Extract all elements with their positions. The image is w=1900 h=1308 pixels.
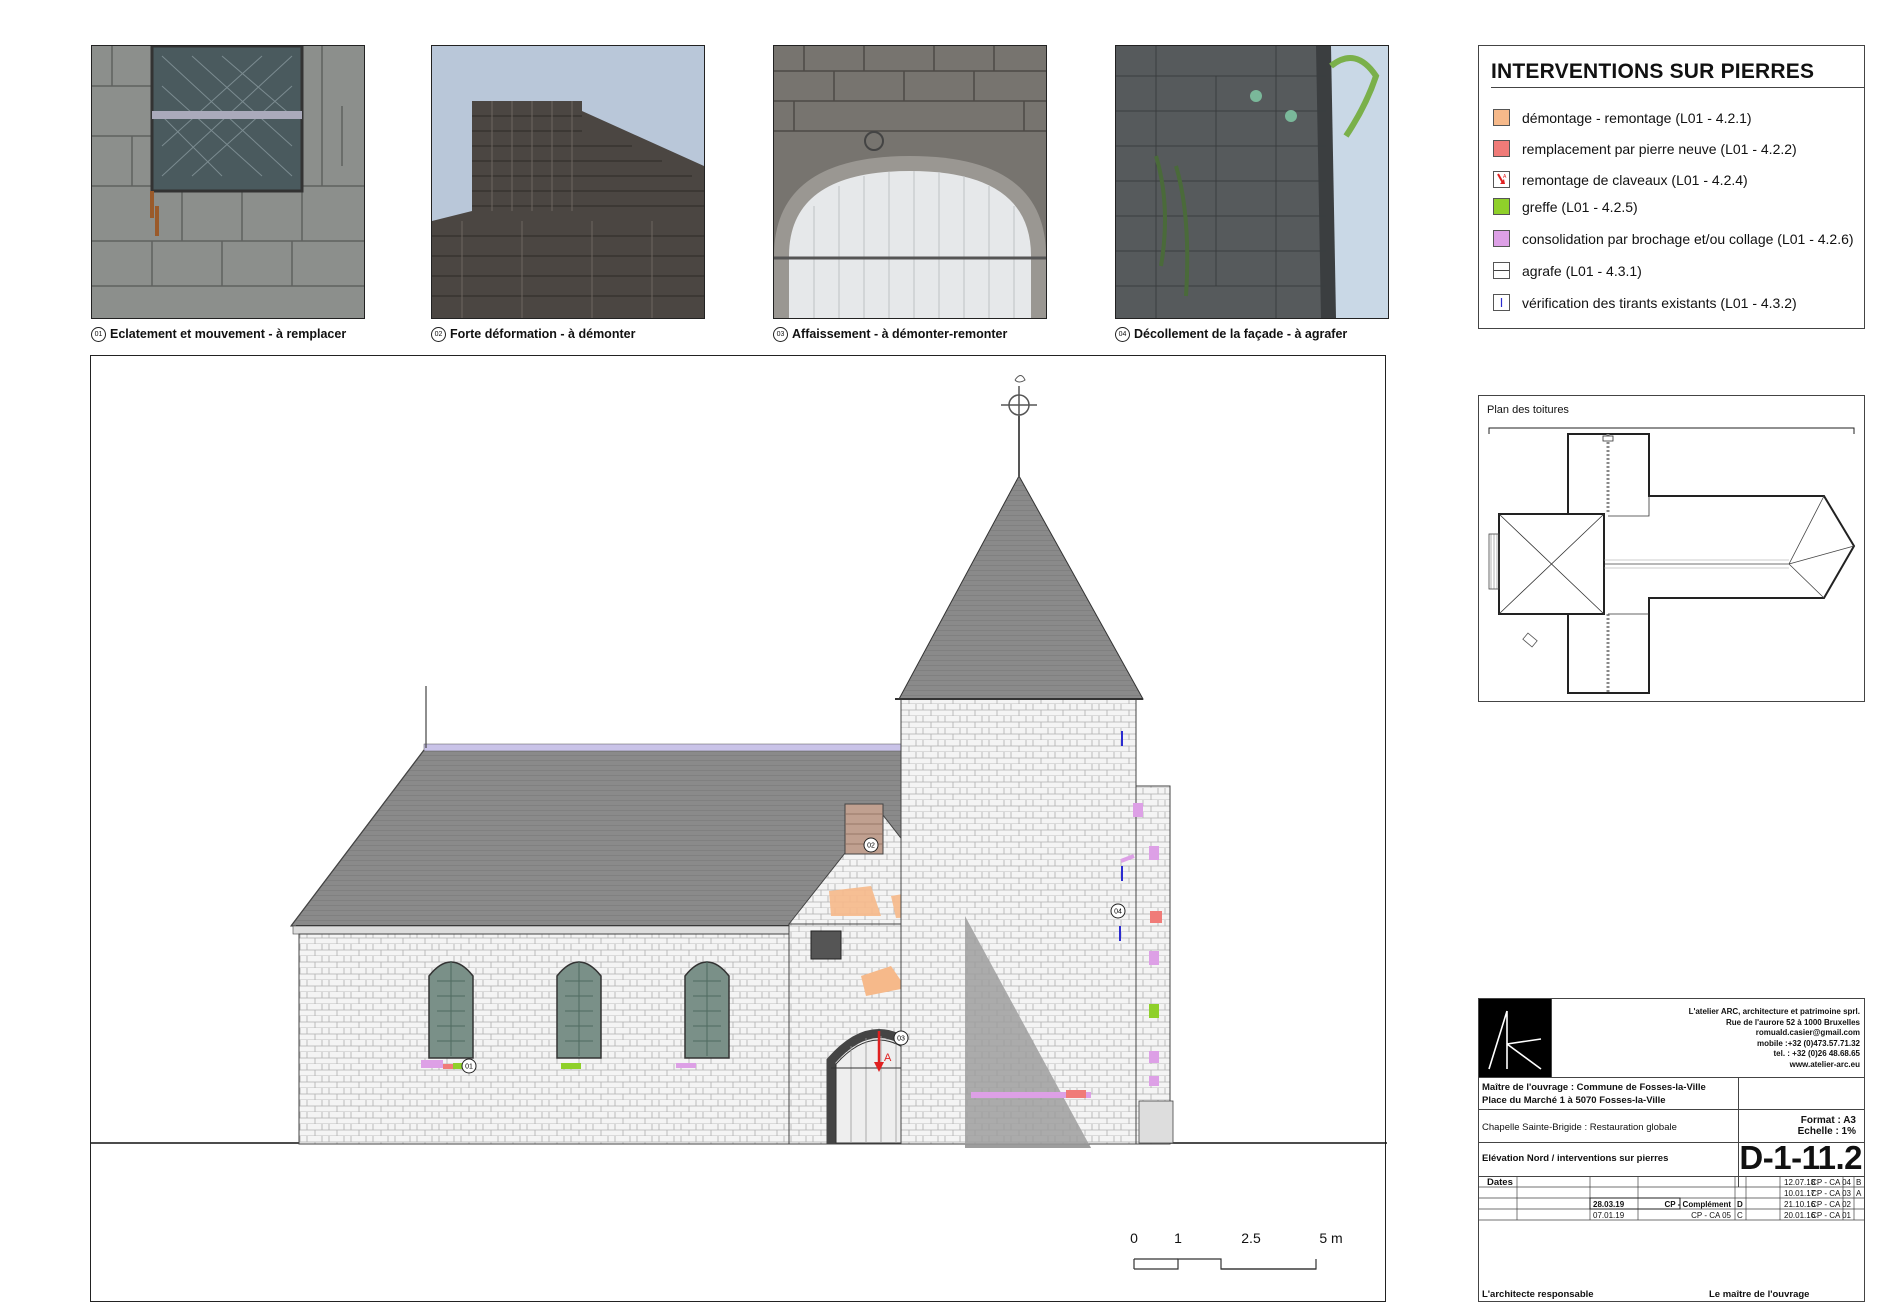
scale-label-2: 2.5 [1241, 1230, 1261, 1246]
legend-item-tirants: vérification des tirants existants (L01 … [1493, 294, 1797, 311]
green-swatch-icon [1493, 198, 1510, 215]
scale-label-0: 0 [1130, 1230, 1138, 1246]
photo-02 [431, 45, 705, 319]
legend-item-demontage: démontage - remontage (L01 - 4.2.1) [1493, 109, 1752, 126]
rev-idx: D [1737, 1200, 1743, 1209]
rev-date: 28.03.19 [1593, 1200, 1625, 1209]
arch-voussoir-label: A [884, 1052, 892, 1064]
rev-idx: A [1856, 1189, 1862, 1198]
photo-caption-04: 04 Décollement de la façade - à agrafer [1115, 327, 1347, 343]
photo-caption-03: 03 Affaissement - à démonter-remonter [773, 327, 1007, 343]
scale-bar: 0 1 2.5 5 m [1130, 1230, 1343, 1270]
tirant-icon [1493, 294, 1510, 311]
rev-idx: C [1737, 1211, 1743, 1220]
rev-ref: CP - CA 03 [1811, 1189, 1851, 1198]
roof-plan-panel: Plan des toitures [1478, 395, 1865, 702]
rev-idx: B [1856, 1178, 1862, 1187]
marker-01: 01 [465, 1064, 473, 1071]
rev-ref: CP - CA 04 [1811, 1178, 1851, 1187]
office-address: L'atelier ARC, architecture et patrimoin… [1688, 1007, 1860, 1069]
legend-title: INTERVENTIONS SUR PIERRES [1491, 60, 1815, 83]
rev-ref: CP - CA 05 [1691, 1211, 1731, 1220]
photo-03 [773, 45, 1047, 319]
red-swatch-icon [1493, 140, 1510, 157]
marker-02: 02 [867, 843, 875, 850]
orange-swatch-icon [1493, 109, 1510, 126]
north-elevation-drawing: A 01 02 03 04 0 1 2.5 5 m [90, 355, 1387, 1302]
scale-label-3: 5 m [1319, 1230, 1342, 1246]
svg-text:A: A [1503, 174, 1507, 180]
architect-signature-label: L'architecte responsable [1482, 1289, 1594, 1300]
owner-signature-label: Le maître de l'ouvrage [1709, 1289, 1810, 1300]
legend-item-claveaux: Aremontage de claveaux (L01 - 4.2.4) [1493, 171, 1748, 188]
rev-ref: CP - Complément [1664, 1200, 1731, 1209]
project-name: Chapelle Sainte-Brigide : Restauration g… [1482, 1122, 1677, 1133]
photo-caption-01: 01 Eclatement et mouvement - à remplacer [91, 327, 346, 343]
photo-01 [91, 45, 365, 319]
sheet-number: D-1-11.2 [1739, 1139, 1862, 1176]
red-arrow-icon: A [1493, 171, 1510, 188]
format-scale: Format : A3 Echelle : 1% [1797, 1115, 1856, 1137]
title-block: L'atelier ARC, architecture et patrimoin… [1478, 998, 1865, 1302]
scale-label-1: 1 [1174, 1230, 1182, 1246]
architect-logo [1479, 999, 1552, 1077]
rev-ref: CP - CA 02 [1811, 1200, 1851, 1209]
violet-swatch-icon [1493, 230, 1510, 247]
photo-caption-02: 02 Forte déformation - à démonter [431, 327, 635, 343]
marker-03: 03 [897, 1036, 905, 1043]
legend-item-greffe: greffe (L01 - 4.2.5) [1493, 198, 1638, 215]
photo-04 [1115, 45, 1389, 319]
owner-info: Maître de l'ouvrage : Commune de Fosses-… [1482, 1082, 1706, 1106]
agrafe-icon [1493, 262, 1510, 279]
legend-item-remplacement: remplacement par pierre neuve (L01 - 4.2… [1493, 140, 1797, 157]
legend-item-agrafe: agrafe (L01 - 4.3.1) [1493, 262, 1642, 279]
legend-panel: INTERVENTIONS SUR PIERRES démontage - re… [1478, 45, 1865, 329]
rev-ref: CP - CA 01 [1811, 1211, 1851, 1220]
sheet-title: Elévation Nord / interventions sur pierr… [1482, 1153, 1669, 1164]
marker-04: 04 [1114, 909, 1122, 916]
tower-spire [898, 474, 1144, 700]
legend-item-consolidation: consolidation par brochage et/ou collage… [1493, 230, 1854, 247]
rev-date: 07.01.19 [1593, 1211, 1625, 1220]
